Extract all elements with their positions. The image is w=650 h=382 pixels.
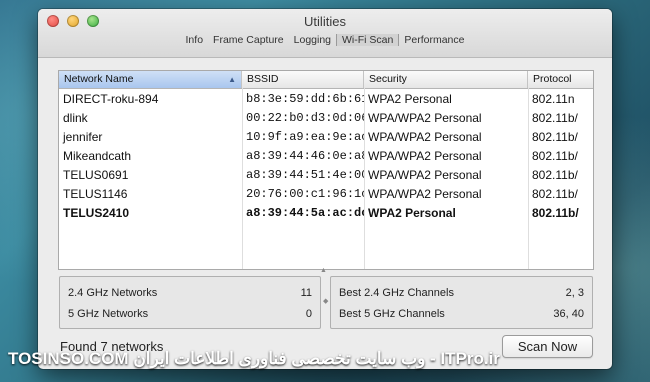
cell-security: WPA2 Personal — [368, 91, 452, 106]
cell-protocol: 802.11b/ — [532, 129, 578, 144]
cell-network-name: jennifer — [63, 129, 103, 144]
tab-performance[interactable]: Performance — [399, 34, 469, 46]
cell-security: WPA/WPA2 Personal — [368, 167, 482, 182]
cell-network-name: TELUS1146 — [63, 186, 128, 201]
vertical-splitter-handle[interactable]: ◆ — [323, 297, 328, 305]
watermark-text: TOSINSO.COM وب سایت تخصصی فناوری اطلاعات… — [8, 349, 500, 368]
table-row[interactable]: TELUS0691 a8:39:44:51:4e:00 WPA/WPA2 Per… — [59, 165, 593, 184]
table-row[interactable]: jennifer 10:9f:a9:ea:9e:ac WPA/WPA2 Pers… — [59, 127, 593, 146]
tab-logging[interactable]: Logging — [289, 34, 336, 46]
stat-label: 2.4 GHz Networks — [68, 287, 158, 299]
cell-security: WPA/WPA2 Personal — [368, 129, 482, 144]
cell-network-name: TELUS0691 — [63, 167, 129, 182]
cell-bssid: a8:39:44:51:4e:00 — [246, 167, 364, 182]
cell-network-name: DIRECT-roku-894 — [63, 91, 159, 106]
table-row[interactable]: TELUS1146 20:76:00:c1:96:1c WPA/WPA2 Per… — [59, 184, 593, 203]
cell-network-name: Mikeandcath — [63, 148, 132, 163]
column-header-security[interactable]: Security — [364, 71, 528, 88]
horizontal-splitter-handle[interactable]: ▲ — [320, 267, 327, 274]
cell-security: WPA/WPA2 Personal — [368, 110, 482, 125]
cell-protocol: 802.11b/ — [532, 186, 578, 201]
column-header-bssid[interactable]: BSSID — [242, 71, 364, 88]
cell-security: WPA/WPA2 Personal — [368, 186, 482, 201]
tab-info[interactable]: Info — [181, 34, 209, 46]
tab-wifi-scan[interactable]: Wi-Fi Scan — [336, 34, 400, 46]
cell-bssid: 20:76:00:c1:96:1c — [246, 186, 364, 201]
cell-protocol: 802.11n — [532, 91, 575, 106]
utilities-window: Utilities Info Frame Capture Logging Wi-… — [38, 9, 612, 369]
cell-protocol: 802.11b/ — [532, 205, 579, 220]
stat-label: Best 2.4 GHz Channels — [339, 287, 454, 299]
cell-protocol: 802.11b/ — [532, 167, 578, 182]
stat-row: Best 5 GHz Channels 36, 40 — [339, 308, 584, 320]
window-title: Utilities — [304, 14, 346, 29]
stat-value: 36, 40 — [553, 308, 584, 320]
cell-security: WPA/WPA2 Personal — [368, 148, 482, 163]
cell-protocol: 802.11b/ — [532, 110, 578, 125]
cell-network-name: dlink — [63, 110, 88, 125]
column-header-label: Network Name — [64, 73, 134, 85]
cell-protocol: 802.11b/ — [532, 148, 578, 163]
network-count-panel: 2.4 GHz Networks 11 5 GHz Networks 0 — [59, 276, 321, 329]
cell-bssid: a8:39:44:5a:ac:dc — [246, 205, 364, 220]
table-header: Network Name ▲ BSSID Security Protocol — [59, 71, 593, 89]
stat-label: Best 5 GHz Channels — [339, 308, 445, 320]
stat-row: 5 GHz Networks 0 — [68, 308, 312, 320]
table-row[interactable]: Mikeandcath a8:39:44:46:0e:a8 WPA/WPA2 P… — [59, 146, 593, 165]
stat-label: 5 GHz Networks — [68, 308, 149, 320]
stat-value: 11 — [300, 287, 312, 299]
stat-value: 0 — [305, 308, 312, 320]
best-channels-panel: Best 2.4 GHz Channels 2, 3 Best 5 GHz Ch… — [330, 276, 593, 329]
networks-table: Network Name ▲ BSSID Security Protocol D… — [58, 70, 594, 270]
table-body: DIRECT-roku-894 b8:3e:59:dd:6b:61 WPA2 P… — [59, 89, 593, 222]
stat-row: 2.4 GHz Networks 11 — [68, 287, 312, 299]
table-row[interactable]: DIRECT-roku-894 b8:3e:59:dd:6b:61 WPA2 P… — [59, 89, 593, 108]
tab-frame-capture[interactable]: Frame Capture — [208, 34, 289, 46]
cell-network-name: TELUS2410 — [63, 205, 130, 220]
cell-security: WPA2 Personal — [368, 205, 456, 220]
column-header-network-name[interactable]: Network Name ▲ — [59, 71, 242, 88]
stat-row: Best 2.4 GHz Channels 2, 3 — [339, 287, 584, 299]
scan-now-button[interactable]: Scan Now — [502, 335, 593, 358]
cell-bssid: 10:9f:a9:ea:9e:ac — [246, 129, 364, 144]
toolbar-tabs: Info Frame Capture Logging Wi-Fi Scan Pe… — [38, 34, 612, 46]
table-row[interactable]: dlink 00:22:b0:d3:0d:06 WPA/WPA2 Persona… — [59, 108, 593, 127]
cell-bssid: 00:22:b0:d3:0d:06 — [246, 110, 364, 125]
cell-bssid: b8:3e:59:dd:6b:61 — [246, 91, 364, 106]
stat-value: 2, 3 — [565, 287, 584, 299]
column-header-protocol[interactable]: Protocol — [528, 71, 593, 88]
title-bar: Utilities Info Frame Capture Logging Wi-… — [38, 9, 612, 58]
cell-bssid: a8:39:44:46:0e:a8 — [246, 148, 364, 163]
sort-ascending-icon: ▲ — [228, 75, 236, 84]
table-row[interactable]: TELUS2410 a8:39:44:5a:ac:dc WPA2 Persona… — [59, 203, 593, 222]
